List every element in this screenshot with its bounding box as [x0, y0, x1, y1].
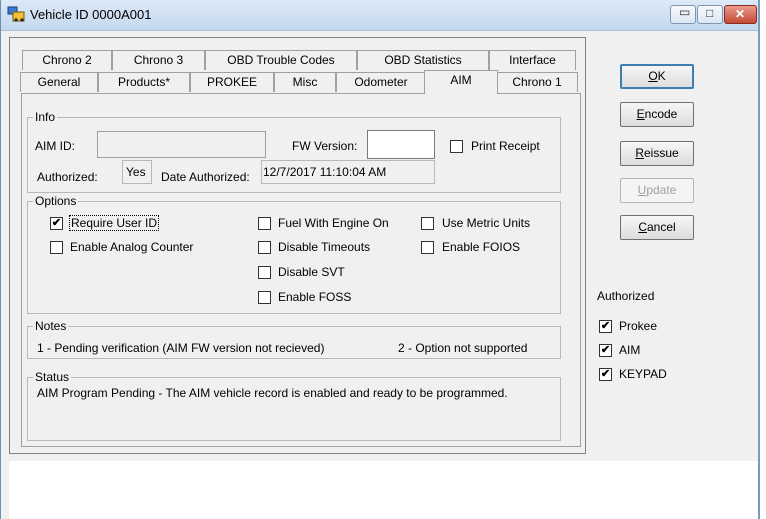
options-group-label: Options [33, 194, 79, 208]
disable-svt-label: Disable SVT [278, 265, 345, 279]
tab-aim[interactable]: AIM [424, 70, 498, 94]
tab-obd-statistics[interactable]: OBD Statistics [357, 50, 489, 70]
maximize-icon: □ [706, 6, 714, 20]
aim-checkbox[interactable]: ✔ [599, 344, 612, 357]
tab-interface[interactable]: Interface [489, 50, 576, 70]
fw-version-input[interactable] [367, 130, 435, 159]
encode-button[interactable]: Encode [620, 102, 694, 127]
empty-area [9, 461, 758, 519]
tab-odometer[interactable]: Odometer [336, 72, 426, 92]
encode-button-accel: E [636, 107, 645, 121]
disable-timeouts-label: Disable Timeouts [278, 240, 371, 254]
status-text: AIM Program Pending - The AIM vehicle re… [37, 386, 508, 400]
fuel-with-engine-on-checkbox[interactable] [258, 217, 271, 230]
update-button-label: pdate [646, 183, 677, 197]
enable-foss-checkbox[interactable] [258, 291, 271, 304]
update-button[interactable]: Update [620, 178, 694, 203]
enable-foios-label: Enable FOIOS [442, 240, 521, 254]
prokee-label: Prokee [619, 319, 658, 333]
print-receipt-checkbox[interactable] [450, 140, 463, 153]
note-2: 2 - Option not supported [398, 341, 528, 355]
note-1: 1 - Pending verification (AIM FW version… [37, 341, 325, 355]
fw-version-label: FW Version: [292, 139, 358, 153]
maximize-button[interactable]: □ [697, 5, 723, 24]
tab-general[interactable]: General [20, 72, 98, 92]
print-receipt-label: Print Receipt [471, 139, 540, 153]
status-group-label: Status [33, 370, 72, 384]
reissue-button-label: eissue [643, 146, 679, 160]
authorized-value: Yes [126, 165, 146, 179]
selected-tab-join [425, 92, 497, 95]
ok-button-accel: O [648, 69, 658, 83]
tab-chrono-3[interactable]: Chrono 3 [112, 50, 205, 70]
reissue-button-accel: R [635, 146, 644, 160]
tab-misc[interactable]: Misc [274, 72, 336, 92]
keypad-label: KEYPAD [619, 367, 667, 381]
enable-foss-label: Enable FOSS [278, 290, 352, 304]
require-user-id-checkbox[interactable]: ✔ [50, 217, 63, 230]
enable-analog-counter-checkbox[interactable] [50, 241, 63, 254]
aim-label: AIM [619, 343, 641, 357]
info-group-label: Info [33, 110, 58, 124]
require-user-id-label: Require User ID [69, 215, 160, 231]
window-title: Vehicle ID 0000A001 [30, 7, 152, 22]
update-button-accel: U [637, 183, 647, 197]
close-icon: ✕ [735, 7, 746, 21]
date-authorized-field: 12/7/2017 11:10:04 AM [261, 160, 435, 184]
keypad-checkbox[interactable]: ✔ [599, 368, 612, 381]
enable-analog-counter-label: Enable Analog Counter [70, 240, 194, 254]
cancel-button-label: ancel [646, 220, 676, 234]
minimize-icon: ▭ [679, 5, 691, 19]
disable-timeouts-checkbox[interactable] [258, 241, 271, 254]
date-authorized-value: 12/7/2017 11:10:04 AM [263, 165, 387, 179]
tab-products[interactable]: Products* [98, 72, 190, 92]
vehicle-app-icon [7, 6, 25, 22]
cancel-button[interactable]: Cancel [620, 215, 694, 240]
reissue-button[interactable]: Reissue [620, 141, 694, 166]
use-metric-units-label: Use Metric Units [442, 216, 531, 230]
ok-button[interactable]: OK [620, 64, 694, 89]
encode-button-label: ncode [644, 107, 678, 121]
date-authorized-label: Date Authorized: [161, 170, 250, 184]
tab-chrono-1[interactable]: Chrono 1 [496, 72, 578, 92]
authorized-side-label: Authorized [597, 289, 655, 303]
use-metric-units-checkbox[interactable] [421, 217, 434, 230]
authorized-field: Yes [122, 160, 152, 184]
aim-id-field [97, 131, 266, 158]
authorized-label: Authorized: [37, 170, 98, 184]
minimize-button[interactable]: ▭ [670, 5, 696, 24]
close-button[interactable]: ✕ [724, 5, 757, 24]
cancel-button-accel: C [638, 220, 647, 234]
enable-foios-checkbox[interactable] [421, 241, 434, 254]
notes-group-label: Notes [33, 319, 69, 333]
tab-chrono-2[interactable]: Chrono 2 [22, 50, 112, 70]
tab-prokee[interactable]: PROKEE [190, 72, 274, 92]
prokee-checkbox[interactable]: ✔ [599, 320, 612, 333]
fuel-with-engine-on-label: Fuel With Engine On [278, 216, 389, 230]
aim-id-label: AIM ID: [35, 139, 76, 153]
tab-obd-trouble-codes[interactable]: OBD Trouble Codes [205, 50, 357, 70]
ok-button-label: K [657, 69, 666, 83]
disable-svt-checkbox[interactable] [258, 266, 271, 279]
